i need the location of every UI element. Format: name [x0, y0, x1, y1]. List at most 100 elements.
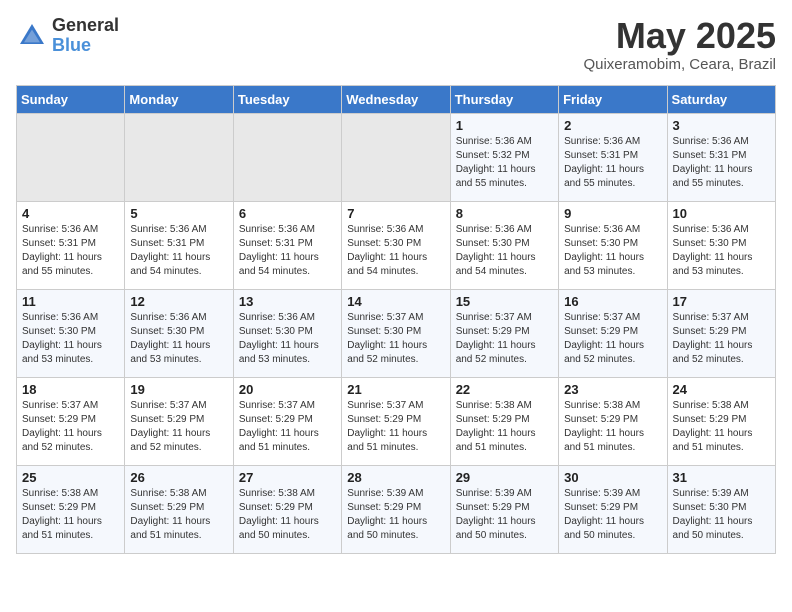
week-row-2: 4Sunrise: 5:36 AM Sunset: 5:31 PM Daylig… [17, 201, 776, 289]
day-number: 18 [22, 382, 119, 397]
day-cell: 24 Sunrise: 5:38 AM Sunset: 5:29 PM Dayli… [667, 377, 775, 465]
day-info: Sunrise: 5:38 AM Sunset: 5:29 PM Dayligh… [456, 399, 553, 455]
day-number: 25 [22, 470, 119, 485]
day-number: 9 [564, 206, 661, 221]
day-cell: 19 Sunrise: 5:37 AM Sunset: 5:29 PM Dayli… [125, 377, 233, 465]
day-info: Sunrise: 5:39 AM Sunset: 5:29 PM Dayligh… [456, 487, 553, 543]
day-cell: 15 Sunrise: 5:37 AM Sunset: 5:29 PM Dayli… [450, 289, 558, 377]
day-info: Sunrise: 5:37 AM Sunset: 5:29 PM Dayligh… [239, 399, 336, 455]
day-info: Sunrise: 5:37 AM Sunset: 5:30 PM Dayligh… [347, 311, 444, 367]
day-number: 16 [564, 294, 661, 309]
day-cell: 28 Sunrise: 5:39 AM Sunset: 5:29 PM Dayli… [342, 465, 450, 553]
day-number: 24 [673, 382, 770, 397]
logo-general-text: General [52, 16, 119, 36]
week-row-4: 18 Sunrise: 5:37 AM Sunset: 5:29 PM Dayli… [17, 377, 776, 465]
day-number: 28 [347, 470, 444, 485]
day-number: 31 [673, 470, 770, 485]
day-number: 21 [347, 382, 444, 397]
day-cell: 22Sunrise: 5:38 AM Sunset: 5:29 PM Dayli… [450, 377, 558, 465]
day-info: Sunrise: 5:36 AM Sunset: 5:30 PM Dayligh… [347, 223, 444, 279]
day-number: 3 [673, 118, 770, 133]
column-header-monday: Monday [125, 85, 233, 113]
calendar-table: SundayMondayTuesdayWednesdayThursdayFrid… [16, 85, 776, 554]
day-info: Sunrise: 5:38 AM Sunset: 5:29 PM Dayligh… [22, 487, 119, 543]
day-cell: 26Sunrise: 5:38 AM Sunset: 5:29 PM Dayli… [125, 465, 233, 553]
day-info: Sunrise: 5:37 AM Sunset: 5:29 PM Dayligh… [22, 399, 119, 455]
day-cell: 27 Sunrise: 5:38 AM Sunset: 5:29 PM Dayli… [233, 465, 341, 553]
column-header-saturday: Saturday [667, 85, 775, 113]
day-info: Sunrise: 5:36 AM Sunset: 5:30 PM Dayligh… [130, 311, 227, 367]
day-number: 12 [130, 294, 227, 309]
day-cell: 2 Sunrise: 5:36 AM Sunset: 5:31 PM Daylig… [559, 113, 667, 201]
day-number: 6 [239, 206, 336, 221]
day-number: 19 [130, 382, 227, 397]
month-title: May 2025 [583, 16, 776, 56]
day-info: Sunrise: 5:38 AM Sunset: 5:29 PM Dayligh… [239, 487, 336, 543]
day-info: Sunrise: 5:37 AM Sunset: 5:29 PM Dayligh… [130, 399, 227, 455]
day-info: Sunrise: 5:39 AM Sunset: 5:30 PM Dayligh… [673, 487, 770, 543]
day-info: Sunrise: 5:38 AM Sunset: 5:29 PM Dayligh… [130, 487, 227, 543]
day-number: 10 [673, 206, 770, 221]
day-info: Sunrise: 5:39 AM Sunset: 5:29 PM Dayligh… [564, 487, 661, 543]
day-cell: 31 Sunrise: 5:39 AM Sunset: 5:30 PM Dayli… [667, 465, 775, 553]
day-number: 23 [564, 382, 661, 397]
day-cell: 21Sunrise: 5:37 AM Sunset: 5:29 PM Dayli… [342, 377, 450, 465]
day-number: 30 [564, 470, 661, 485]
day-info: Sunrise: 5:36 AM Sunset: 5:30 PM Dayligh… [564, 223, 661, 279]
day-cell: 29Sunrise: 5:39 AM Sunset: 5:29 PM Dayli… [450, 465, 558, 553]
location-subtitle: Quixeramobim, Ceara, Brazil [583, 56, 776, 73]
day-number: 20 [239, 382, 336, 397]
day-info: Sunrise: 5:36 AM Sunset: 5:30 PM Dayligh… [22, 311, 119, 367]
day-info: Sunrise: 5:38 AM Sunset: 5:29 PM Dayligh… [673, 399, 770, 455]
day-cell: 4Sunrise: 5:36 AM Sunset: 5:31 PM Daylig… [17, 201, 125, 289]
column-header-tuesday: Tuesday [233, 85, 341, 113]
header-row: SundayMondayTuesdayWednesdayThursdayFrid… [17, 85, 776, 113]
logo-icon [16, 20, 48, 52]
day-cell [233, 113, 341, 201]
logo-blue-text: Blue [52, 36, 119, 56]
day-number: 17 [673, 294, 770, 309]
day-cell [17, 113, 125, 201]
day-number: 2 [564, 118, 661, 133]
day-cell: 18 Sunrise: 5:37 AM Sunset: 5:29 PM Dayli… [17, 377, 125, 465]
day-info: Sunrise: 5:37 AM Sunset: 5:29 PM Dayligh… [456, 311, 553, 367]
logo: General Blue [16, 16, 119, 56]
day-cell: 16 Sunrise: 5:37 AM Sunset: 5:29 PM Dayli… [559, 289, 667, 377]
column-header-thursday: Thursday [450, 85, 558, 113]
day-cell [125, 113, 233, 201]
day-info: Sunrise: 5:37 AM Sunset: 5:29 PM Dayligh… [673, 311, 770, 367]
day-cell: 14Sunrise: 5:37 AM Sunset: 5:30 PM Dayli… [342, 289, 450, 377]
day-number: 27 [239, 470, 336, 485]
column-header-sunday: Sunday [17, 85, 125, 113]
day-cell: 20 Sunrise: 5:37 AM Sunset: 5:29 PM Dayli… [233, 377, 341, 465]
day-cell: 13 Sunrise: 5:36 AM Sunset: 5:30 PM Dayli… [233, 289, 341, 377]
day-number: 1 [456, 118, 553, 133]
day-info: Sunrise: 5:36 AM Sunset: 5:31 PM Dayligh… [130, 223, 227, 279]
day-info: Sunrise: 5:36 AM Sunset: 5:31 PM Dayligh… [564, 135, 661, 191]
page-header: General Blue May 2025 Quixeramobim, Cear… [16, 16, 776, 73]
day-cell: 17 Sunrise: 5:37 AM Sunset: 5:29 PM Dayli… [667, 289, 775, 377]
day-cell: 23Sunrise: 5:38 AM Sunset: 5:29 PM Dayli… [559, 377, 667, 465]
day-cell: 8Sunrise: 5:36 AM Sunset: 5:30 PM Daylig… [450, 201, 558, 289]
day-cell: 5Sunrise: 5:36 AM Sunset: 5:31 PM Daylig… [125, 201, 233, 289]
day-cell: 6 Sunrise: 5:36 AM Sunset: 5:31 PM Daylig… [233, 201, 341, 289]
day-number: 15 [456, 294, 553, 309]
day-info: Sunrise: 5:37 AM Sunset: 5:29 PM Dayligh… [564, 311, 661, 367]
day-cell: 12 Sunrise: 5:36 AM Sunset: 5:30 PM Dayli… [125, 289, 233, 377]
day-info: Sunrise: 5:36 AM Sunset: 5:31 PM Dayligh… [673, 135, 770, 191]
day-number: 13 [239, 294, 336, 309]
day-info: Sunrise: 5:39 AM Sunset: 5:29 PM Dayligh… [347, 487, 444, 543]
week-row-5: 25 Sunrise: 5:38 AM Sunset: 5:29 PM Dayli… [17, 465, 776, 553]
logo-text: General Blue [52, 16, 119, 56]
day-info: Sunrise: 5:36 AM Sunset: 5:30 PM Dayligh… [239, 311, 336, 367]
column-header-friday: Friday [559, 85, 667, 113]
day-cell [342, 113, 450, 201]
day-cell: 7Sunrise: 5:36 AM Sunset: 5:30 PM Daylig… [342, 201, 450, 289]
day-cell: 11Sunrise: 5:36 AM Sunset: 5:30 PM Dayli… [17, 289, 125, 377]
column-header-wednesday: Wednesday [342, 85, 450, 113]
day-info: Sunrise: 5:36 AM Sunset: 5:32 PM Dayligh… [456, 135, 553, 191]
day-number: 8 [456, 206, 553, 221]
day-cell: 3 Sunrise: 5:36 AM Sunset: 5:31 PM Daylig… [667, 113, 775, 201]
day-info: Sunrise: 5:36 AM Sunset: 5:31 PM Dayligh… [22, 223, 119, 279]
day-info: Sunrise: 5:36 AM Sunset: 5:31 PM Dayligh… [239, 223, 336, 279]
